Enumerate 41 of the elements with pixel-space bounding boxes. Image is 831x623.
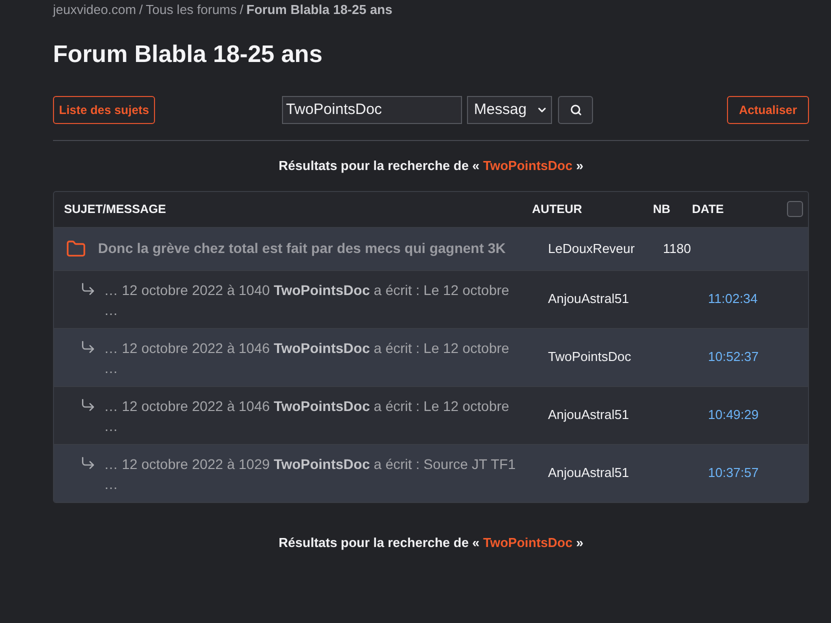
column-header: DATE: [692, 202, 724, 216]
column-header: AUTEUR: [532, 202, 582, 216]
search-term-link[interactable]: TwoPointsDoc: [483, 158, 572, 173]
breadcrumb-link[interactable]: Tous les forums: [146, 0, 237, 20]
breadcrumb-separator: /: [240, 1, 244, 20]
corner-arrow-icon: [80, 396, 96, 412]
search-button[interactable]: [558, 96, 594, 124]
message-time-link[interactable]: 10:52:37: [708, 349, 759, 364]
corner-arrow-icon: [80, 454, 96, 470]
search-scope-dropdown[interactable]: Messag: [467, 96, 552, 124]
breadcrumb-current: Forum Blabla 18-25 ans: [246, 1, 392, 20]
message-count: 1180: [663, 240, 691, 256]
message-excerpt[interactable]: … 12 octobre 2022 à 1029 TwoPointsDoc a écrit : Source JT TF1 …: [104, 454, 516, 494]
results-heading: Résultats pour la recherche de « TwoPointsDoc »: [278, 534, 584, 552]
results-heading: Résultats pour la recherche de « TwoPointsDoc »: [278, 157, 584, 175]
message-time-link[interactable]: 11:02:34: [708, 291, 758, 306]
author-link[interactable]: AnjouAstral51: [548, 291, 629, 306]
select-all-checkbox[interactable]: [787, 201, 803, 217]
corner-arrow-icon: [80, 338, 96, 354]
folder-icon: [66, 238, 86, 258]
message-excerpt[interactable]: … 12 octobre 2022 à 1040 TwoPointsDoc a écrit : Le 12 octobre …: [104, 280, 510, 320]
corner-arrow-icon: [80, 280, 96, 296]
message-time-link[interactable]: 10:37:57: [708, 465, 759, 480]
message-excerpt[interactable]: … 12 octobre 2022 à 1046 TwoPointsDoc a écrit : Le 12 octobre …: [104, 338, 510, 378]
search-icon: [570, 104, 582, 116]
author-link[interactable]: AnjouAstral51: [548, 407, 629, 422]
refresh-button[interactable]: Actualiser: [726, 96, 809, 124]
column-header: SUJET/MESSAGE: [64, 202, 166, 216]
message-time-link[interactable]: 10:49:29: [708, 407, 759, 422]
search-term-link[interactable]: TwoPointsDoc: [483, 534, 572, 550]
author-link[interactable]: TwoPointsDoc: [548, 349, 632, 364]
page-title: Forum Blabla 18-25 ans: [53, 40, 324, 70]
topic-title-link[interactable]: Donc la grève chez total est fait par des mecs qui gagnent 3K: [98, 238, 506, 259]
author-link[interactable]: AnjouAstral51: [548, 465, 629, 480]
column-header: NB: [653, 202, 670, 216]
search-field[interactable]: TwoPointsDoc: [282, 96, 462, 124]
breadcrumb-separator: /: [139, 1, 143, 20]
breadcrumb-link[interactable]: jeuxvideo.com: [53, 0, 136, 20]
topic-list-button[interactable]: Liste des sujets: [53, 96, 156, 124]
message-excerpt[interactable]: … 12 octobre 2022 à 1046 TwoPointsDoc a écrit : Le 12 octobre …: [104, 396, 510, 436]
author-link[interactable]: LeDouxReveur: [548, 240, 635, 256]
